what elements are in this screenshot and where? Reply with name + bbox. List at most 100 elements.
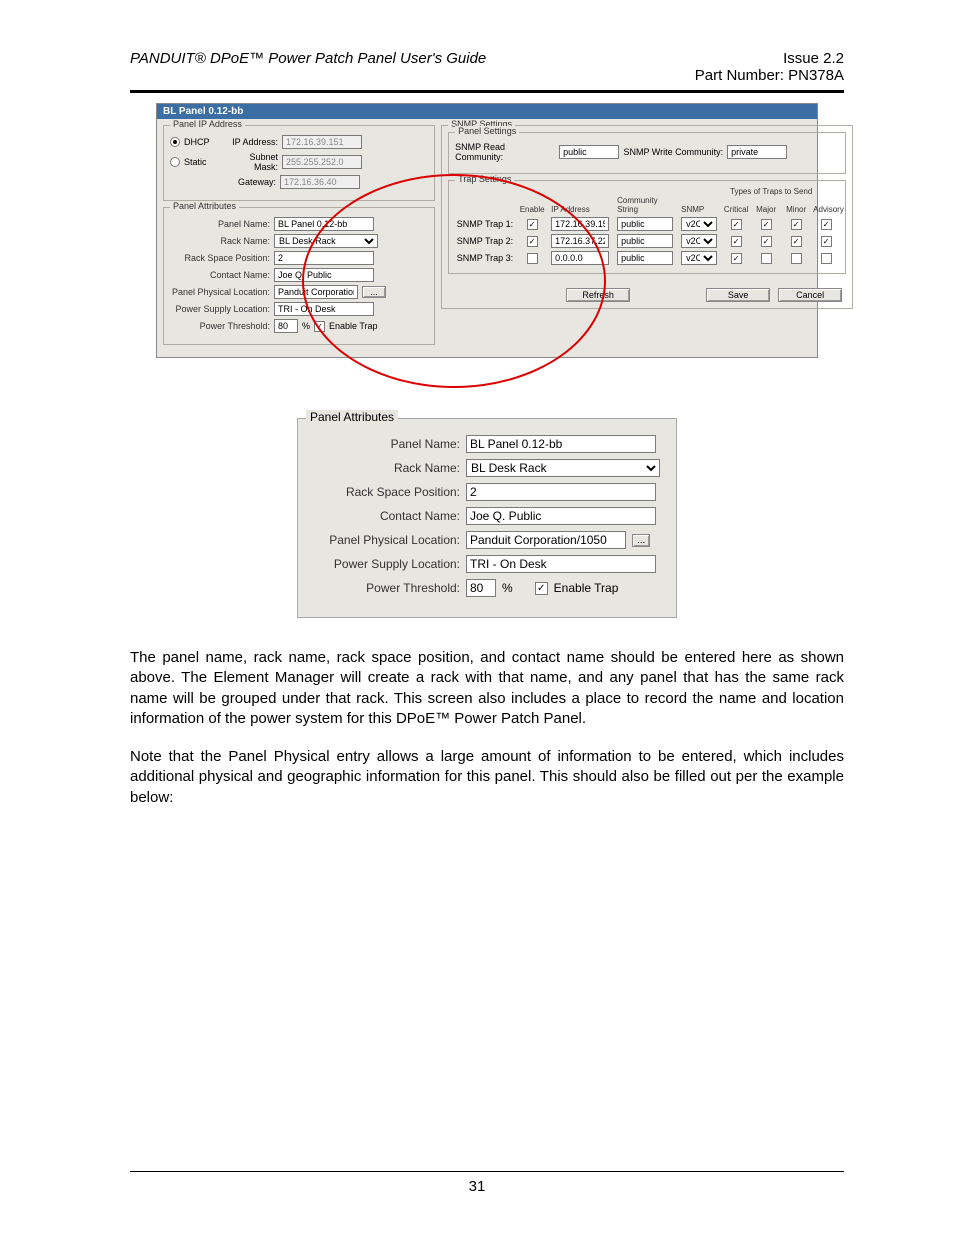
- trap-flag-checkbox[interactable]: [821, 219, 832, 230]
- trap-ip-input[interactable]: [551, 251, 609, 265]
- col-advisory: Advisory: [813, 205, 839, 214]
- panel-ip-fieldset: Panel IP Address DHCP IP Address: Static…: [163, 125, 435, 201]
- trap-snmp-select[interactable]: v2C: [681, 234, 717, 248]
- pthresh-label: Power Threshold:: [170, 321, 270, 331]
- contact-label: Contact Name:: [170, 270, 270, 280]
- zoom-panel-name-label: Panel Name:: [310, 437, 460, 451]
- rack-space-input[interactable]: [274, 251, 374, 265]
- zoom-rack-space-label: Rack Space Position:: [310, 485, 460, 499]
- gateway-input[interactable]: [280, 175, 360, 189]
- zoom-enable-trap-label: Enable Trap: [554, 581, 619, 595]
- trap-comm-input[interactable]: [617, 234, 673, 248]
- footer-rule: [130, 1171, 844, 1172]
- save-button[interactable]: Save: [706, 288, 770, 302]
- zoom-contact-input[interactable]: [466, 507, 656, 525]
- trap-snmp-select[interactable]: v2C: [681, 251, 717, 265]
- panel-settings-fieldset: Panel Settings SNMP Read Community: SNMP…: [448, 132, 846, 174]
- zoom-contact-label: Contact Name:: [310, 509, 460, 523]
- trap-comm-input[interactable]: [617, 217, 673, 231]
- trap-flag-checkbox[interactable]: [731, 219, 742, 230]
- trap-flag-checkbox[interactable]: [791, 219, 802, 230]
- trap-row: SNMP Trap 2:v2C: [455, 234, 839, 248]
- zoom-phys-loc-more-button[interactable]: ...: [632, 534, 650, 547]
- zoom-legend: Panel Attributes: [306, 410, 398, 424]
- pthresh-unit: %: [302, 321, 310, 331]
- trap-ip-input[interactable]: [551, 234, 609, 248]
- page-number: 31: [60, 1178, 894, 1195]
- zoom-pthresh-input[interactable]: [466, 579, 496, 597]
- trap-ip-input[interactable]: [551, 217, 609, 231]
- trap-flag-checkbox[interactable]: [761, 219, 772, 230]
- dhcp-radio[interactable]: [170, 137, 180, 147]
- panel-settings-legend: Panel Settings: [455, 126, 519, 136]
- trap-row-label: SNMP Trap 1:: [455, 219, 513, 229]
- ps-loc-input[interactable]: [274, 302, 374, 316]
- col-ip: IP Address: [551, 205, 613, 214]
- ps-loc-label: Power Supply Location:: [170, 304, 270, 314]
- rack-name-label: Rack Name:: [170, 236, 270, 246]
- trap-flag-checkbox[interactable]: [791, 236, 802, 247]
- trap-flag-checkbox[interactable]: [791, 253, 802, 264]
- trap-row: SNMP Trap 3: v2C: [455, 251, 839, 265]
- panel-attributes-fieldset: Panel Attributes Panel Name: Rack Name: …: [163, 207, 435, 345]
- col-major: Major: [753, 205, 779, 214]
- trap-flag-checkbox[interactable]: [731, 236, 742, 247]
- trap-flag-checkbox[interactable]: [761, 236, 772, 247]
- trap-flag-checkbox[interactable]: [821, 253, 832, 264]
- zoom-ps-loc-input[interactable]: [466, 555, 656, 573]
- read-comm-input[interactable]: [559, 145, 619, 159]
- trap-flag-checkbox[interactable]: [761, 253, 772, 264]
- enable-trap-label: Enable Trap: [329, 321, 378, 331]
- trap-flag-checkbox[interactable]: [731, 253, 742, 264]
- enable-trap-checkbox[interactable]: [314, 321, 325, 332]
- trap-row-label: SNMP Trap 3:: [455, 253, 513, 263]
- trap-snmp-select[interactable]: v2C: [681, 217, 717, 231]
- panel-attributes-legend: Panel Attributes: [170, 201, 239, 211]
- zoom-panel-attributes: Panel Attributes Panel Name: Rack Name: …: [297, 418, 677, 618]
- subnet-input[interactable]: [282, 155, 362, 169]
- col-snmp: SNMP: [681, 205, 719, 214]
- snmp-settings-fieldset: SNMP Settings Panel Settings SNMP Read C…: [441, 125, 853, 309]
- trap-enable-checkbox[interactable]: [527, 253, 538, 264]
- trap-enable-checkbox[interactable]: [527, 236, 538, 247]
- zoom-enable-trap-checkbox[interactable]: [535, 582, 548, 595]
- trap-types-label: Types of Traps to Send: [703, 187, 839, 196]
- col-comm: Community String: [617, 196, 677, 214]
- phys-loc-input[interactable]: [274, 285, 358, 299]
- ip-address-input[interactable]: [282, 135, 362, 149]
- zoom-rack-name-select[interactable]: BL Desk Rack: [466, 459, 660, 477]
- phys-loc-label: Panel Physical Location:: [170, 287, 270, 297]
- zoom-pthresh-label: Power Threshold:: [310, 581, 460, 595]
- body-paragraph-1: The panel name, rack name, rack space po…: [130, 648, 844, 729]
- static-label: Static: [184, 157, 224, 167]
- read-comm-label: SNMP Read Community:: [455, 142, 555, 162]
- col-enable: Enable: [517, 205, 547, 214]
- zoom-rack-space-input[interactable]: [466, 483, 656, 501]
- zoom-panel-name-input[interactable]: [466, 435, 656, 453]
- panel-name-input[interactable]: [274, 217, 374, 231]
- panel-name-label: Panel Name:: [170, 219, 270, 229]
- col-minor: Minor: [783, 205, 809, 214]
- rack-name-select[interactable]: BL Desk Rack: [274, 234, 378, 248]
- gateway-label: Gateway:: [226, 177, 276, 187]
- trap-flag-checkbox[interactable]: [821, 236, 832, 247]
- static-radio[interactable]: [170, 157, 180, 167]
- pthresh-input[interactable]: [274, 319, 298, 333]
- trap-settings-legend: Trap Settings: [455, 174, 514, 184]
- phys-loc-more-button[interactable]: ...: [362, 286, 386, 298]
- refresh-button[interactable]: Refresh: [566, 288, 630, 302]
- write-comm-input[interactable]: [727, 145, 787, 159]
- trap-settings-fieldset: Trap Settings Types of Traps to Send Ena…: [448, 180, 846, 274]
- trap-enable-checkbox[interactable]: [527, 219, 538, 230]
- header-rule: [130, 90, 844, 93]
- header-issue: Issue 2.2: [695, 50, 844, 67]
- zoom-pthresh-unit: %: [502, 581, 513, 595]
- cancel-button[interactable]: Cancel: [778, 288, 842, 302]
- contact-input[interactable]: [274, 268, 374, 282]
- rack-space-label: Rack Space Position:: [170, 253, 270, 263]
- zoom-rack-name-label: Rack Name:: [310, 461, 460, 475]
- zoom-ps-loc-label: Power Supply Location:: [310, 557, 460, 571]
- zoom-phys-loc-input[interactable]: [466, 531, 626, 549]
- trap-comm-input[interactable]: [617, 251, 673, 265]
- write-comm-label: SNMP Write Community:: [623, 147, 723, 157]
